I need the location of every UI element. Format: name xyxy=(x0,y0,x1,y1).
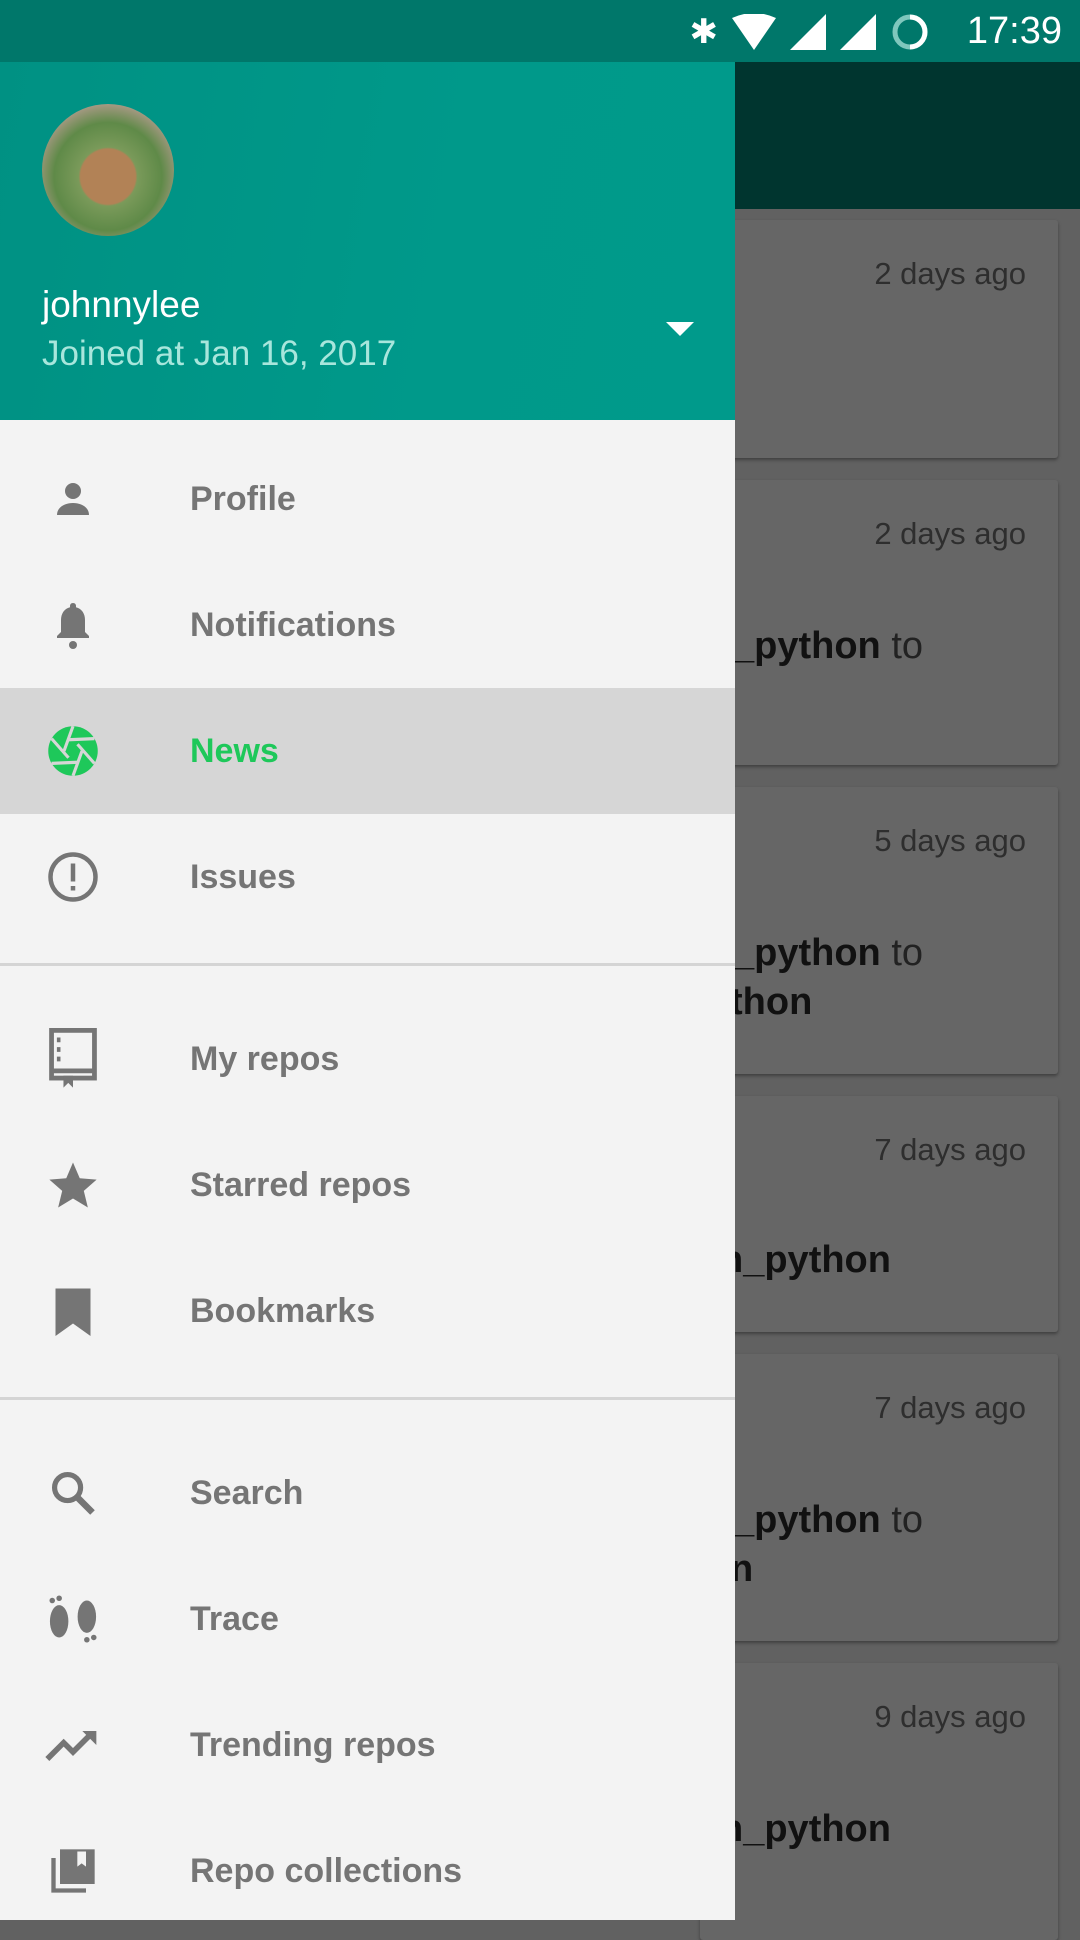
repo-name[interactable]: _python xyxy=(733,625,881,667)
feed-card[interactable]: 7 days ago _python to n xyxy=(700,1354,1058,1641)
clock: 17:39 xyxy=(966,10,1062,52)
repo-book-icon xyxy=(43,1028,103,1088)
menu-divider xyxy=(0,1397,735,1400)
event-text: n_python xyxy=(720,1239,891,1282)
timestamp: 2 days ago xyxy=(874,516,1026,551)
event-text: n_python xyxy=(720,1808,891,1851)
bluetooth-icon: ✱ xyxy=(689,13,719,51)
event-connector: to xyxy=(880,932,924,974)
feed-card[interactable]: 9 days ago n_python xyxy=(700,1663,1058,1940)
person-icon xyxy=(43,472,103,526)
event-text: _python to xyxy=(733,1499,923,1542)
account-dropdown-icon[interactable] xyxy=(666,322,694,336)
menu-item-label: My repos xyxy=(190,1039,340,1078)
event-text: _python to xyxy=(733,625,923,668)
repo-name[interactable]: n_python xyxy=(720,1808,891,1850)
status-icons: ✱ xyxy=(690,12,931,52)
menu-item-issues[interactable]: Issues xyxy=(0,814,735,940)
event-text: _python to xyxy=(733,932,923,975)
repo-name[interactable]: _python xyxy=(733,1499,881,1541)
feed-card[interactable]: 2 days ago _python to xyxy=(700,480,1058,765)
menu-item-notifications[interactable]: Notifications xyxy=(0,562,735,688)
menu-item-label: Trace xyxy=(190,1599,279,1638)
repo-name[interactable]: n_python xyxy=(720,1239,891,1281)
username: johnnylee xyxy=(42,284,201,325)
signal-icon xyxy=(790,14,826,50)
footprints-icon xyxy=(43,1592,103,1646)
timestamp: 5 days ago xyxy=(874,823,1026,858)
alert-circle-icon xyxy=(43,850,103,904)
feed-card[interactable]: 5 days ago _python to thon xyxy=(700,787,1058,1074)
menu-item-news[interactable]: News xyxy=(0,688,735,814)
aperture-icon xyxy=(43,724,103,778)
menu-item-label: Repo collections xyxy=(190,1851,463,1890)
wifi-icon xyxy=(732,14,776,50)
feed-card[interactable]: 7 days ago n_python xyxy=(700,1096,1058,1332)
repo-name[interactable]: _python xyxy=(733,932,881,974)
menu-item-bookmarks[interactable]: Bookmarks xyxy=(0,1248,735,1374)
menu-item-repo-collections[interactable]: Repo collections xyxy=(0,1808,735,1934)
bookmark-icon xyxy=(43,1284,103,1338)
menu-item-label: News xyxy=(190,731,279,770)
trending-up-icon xyxy=(43,1718,103,1772)
bell-icon xyxy=(43,598,103,652)
timestamp: 7 days ago xyxy=(874,1390,1026,1425)
menu-divider xyxy=(0,963,735,966)
repo-name[interactable]: thon xyxy=(730,981,812,1023)
timestamp: 9 days ago xyxy=(874,1699,1026,1734)
menu-item-trace[interactable]: Trace xyxy=(0,1556,735,1682)
feed-card[interactable]: 2 days ago xyxy=(700,220,1058,458)
star-icon xyxy=(43,1158,103,1212)
menu-item-profile[interactable]: Profile xyxy=(0,436,735,562)
collections-icon xyxy=(43,1844,103,1898)
signal-icon xyxy=(840,14,876,50)
timestamp: 2 days ago xyxy=(874,256,1026,291)
event-text: thon xyxy=(730,981,812,1024)
battery-saver-icon xyxy=(892,14,928,50)
menu-item-label: Starred repos xyxy=(190,1165,412,1204)
menu-item-label: Trending repos xyxy=(190,1725,436,1764)
avatar[interactable] xyxy=(42,104,174,236)
menu-item-my-repos[interactable]: My repos xyxy=(0,996,735,1122)
event-connector: to xyxy=(880,625,924,667)
navigation-drawer: johnnylee Joined at Jan 16, 2017 Profile… xyxy=(0,62,735,1920)
event-connector: to xyxy=(880,1499,924,1541)
search-icon xyxy=(43,1466,103,1520)
menu-item-starred-repos[interactable]: Starred repos xyxy=(0,1122,735,1248)
menu-item-label: Bookmarks xyxy=(190,1291,376,1330)
joined-date: Joined at Jan 16, 2017 xyxy=(42,334,397,373)
drawer-header: johnnylee Joined at Jan 16, 2017 xyxy=(0,62,735,420)
menu-item-label: Search xyxy=(190,1473,304,1512)
timestamp: 7 days ago xyxy=(874,1132,1026,1167)
menu-item-label: Profile xyxy=(190,479,296,518)
status-bar: ✱ 17:39 xyxy=(0,0,1080,62)
menu-item-label: Notifications xyxy=(190,605,396,644)
menu-item-search[interactable]: Search xyxy=(0,1430,735,1556)
menu-item-trending-repos[interactable]: Trending repos xyxy=(0,1682,735,1808)
menu-item-label: Issues xyxy=(190,857,296,896)
